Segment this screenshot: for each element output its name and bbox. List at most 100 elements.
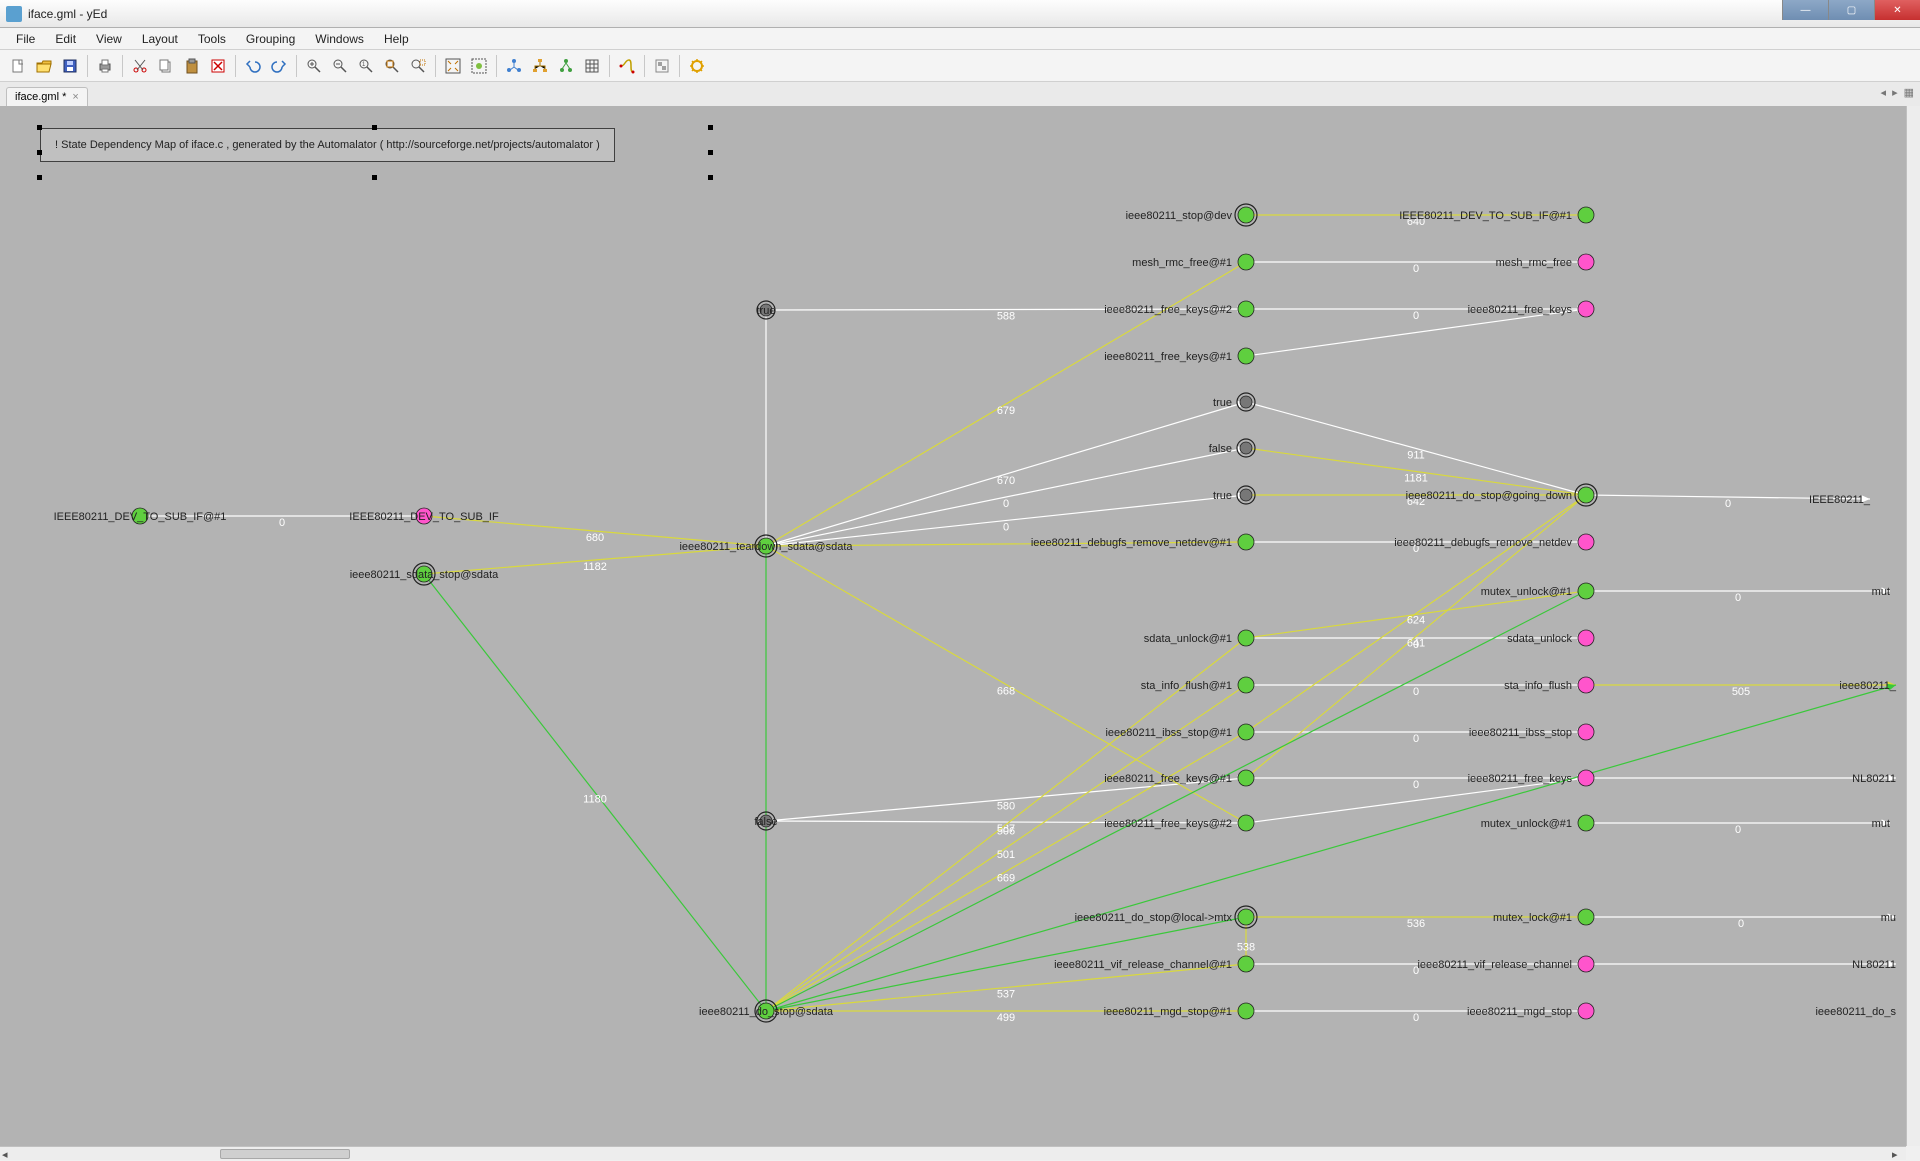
tab-close-icon[interactable]: × [72, 91, 78, 103]
zoom-reset-button[interactable]: 1 [354, 54, 378, 78]
node-circle-icon[interactable] [1238, 677, 1254, 693]
node-circle-icon[interactable] [1238, 348, 1254, 364]
fit-content-button[interactable] [441, 54, 465, 78]
graph-node[interactable]: ieee80211_free_keys@#2 [1104, 815, 1254, 831]
node-circle-icon[interactable] [1238, 724, 1254, 740]
graph-node[interactable]: ieee80211_do_s [1815, 1006, 1896, 1018]
delete-button[interactable] [206, 54, 230, 78]
graph-node[interactable]: ieee80211_free_keys@#1 [1104, 770, 1254, 786]
graph-svg[interactable]: 0680118211805886796700058066858750650166… [0, 106, 1920, 1146]
paste-button[interactable] [180, 54, 204, 78]
layout-grid-button[interactable] [580, 54, 604, 78]
node-circle-icon[interactable] [1238, 815, 1254, 831]
graph-node[interactable]: IEEE80211_DEV_TO_SUB_IF@#1 [1399, 207, 1594, 223]
window-minimize-button[interactable]: — [1782, 0, 1828, 20]
menu-layout[interactable]: Layout [132, 30, 188, 48]
node-circle-icon[interactable] [1578, 583, 1594, 599]
selection-handle[interactable] [37, 150, 42, 155]
node-circle-icon[interactable] [1578, 815, 1594, 831]
scroll-right-icon[interactable]: ▸ [1892, 1148, 1904, 1160]
node-circle-icon[interactable] [1578, 909, 1594, 925]
open-file-button[interactable] [32, 54, 56, 78]
zoom-in-button[interactable] [302, 54, 326, 78]
selection-handle[interactable] [37, 125, 42, 130]
copy-button[interactable] [154, 54, 178, 78]
zoom-fit-button[interactable] [380, 54, 404, 78]
graph-node[interactable]: mesh_rmc_free [1496, 254, 1594, 270]
print-button[interactable] [93, 54, 117, 78]
graph-node[interactable]: true [757, 301, 776, 319]
graph-node[interactable]: mu [1881, 912, 1896, 924]
graph-node[interactable]: mutex_unlock@#1 [1481, 583, 1594, 599]
selection-handle[interactable] [708, 175, 713, 180]
menu-tools[interactable]: Tools [188, 30, 236, 48]
tab-list-icon[interactable]: ▦ [1904, 86, 1914, 99]
window-close-button[interactable]: ✕ [1874, 0, 1920, 20]
node-circle-icon[interactable] [1238, 956, 1254, 972]
grouping-button[interactable] [650, 54, 674, 78]
graph-node[interactable]: mutex_lock@#1 [1493, 909, 1594, 925]
selection-handle[interactable] [37, 175, 42, 180]
graph-node[interactable]: true [1213, 393, 1255, 411]
graph-node[interactable]: ieee80211_stop@dev [1126, 204, 1257, 226]
selection-handle[interactable] [708, 150, 713, 155]
graph-node[interactable]: ieee80211_vif_release_channel@#1 [1054, 956, 1254, 972]
graph-node[interactable]: ieee80211_do_stop@going_down [1406, 484, 1597, 506]
tab-next-icon[interactable]: ▸ [1892, 86, 1898, 99]
graph-node[interactable]: ieee80211_ [1839, 680, 1897, 692]
undo-button[interactable] [241, 54, 265, 78]
menu-windows[interactable]: Windows [305, 30, 374, 48]
node-circle-icon[interactable] [1578, 254, 1594, 270]
graph-node[interactable]: IEEE80211_ [1809, 494, 1871, 506]
zoom-out-button[interactable] [328, 54, 352, 78]
scroll-thumb[interactable] [220, 1149, 350, 1159]
graph-node[interactable]: sdata_unlock [1507, 630, 1594, 646]
node-circle-icon[interactable] [1578, 724, 1594, 740]
node-circle-icon[interactable] [1578, 207, 1594, 223]
zoom-selection-button[interactable] [406, 54, 430, 78]
graph-node[interactable]: false [1209, 439, 1255, 457]
horizontal-scrollbar[interactable]: ◂ ▸ [0, 1146, 1906, 1160]
node-circle-icon[interactable] [1578, 487, 1594, 503]
node-circle-icon[interactable] [1238, 534, 1254, 550]
layout-tree-button[interactable] [554, 54, 578, 78]
window-maximize-button[interactable]: ▢ [1828, 0, 1874, 20]
selection-handle[interactable] [708, 125, 713, 130]
fit-selection-button[interactable] [467, 54, 491, 78]
graph-node[interactable]: mutex_unlock@#1 [1481, 815, 1594, 831]
node-circle-icon[interactable] [1238, 207, 1254, 223]
vertical-scrollbar[interactable] [1906, 106, 1920, 1146]
selection-handle[interactable] [372, 125, 377, 130]
graph-node[interactable]: IEEE80211_DEV_TO_SUB_IF@#1 [54, 508, 227, 524]
graph-node[interactable]: true [1213, 486, 1255, 504]
menu-view[interactable]: View [86, 30, 132, 48]
router-button[interactable] [615, 54, 639, 78]
graph-node[interactable]: mut [1872, 586, 1890, 598]
node-circle-icon[interactable] [1578, 770, 1594, 786]
graph-node[interactable]: IEEE80211_DEV_TO_SUB_IF [349, 508, 499, 524]
graph-node[interactable]: ieee80211_debugfs_remove_netdev [1394, 534, 1594, 550]
graph-edge[interactable] [424, 574, 766, 1011]
new-file-button[interactable] [6, 54, 30, 78]
graph-node[interactable]: NL80211 [1852, 773, 1896, 785]
graph-edge[interactable] [766, 591, 1586, 1011]
graph-node[interactable]: sdata_unlock@#1 [1144, 630, 1254, 646]
node-circle-icon[interactable] [1578, 677, 1594, 693]
graph-node[interactable]: ieee80211_sdata_stop@sdata [350, 563, 499, 585]
menu-file[interactable]: File [6, 30, 45, 48]
node-circle-icon[interactable] [1238, 770, 1254, 786]
redo-button[interactable] [267, 54, 291, 78]
layout-hierarchic-button[interactable] [528, 54, 552, 78]
properties-button[interactable] [685, 54, 709, 78]
graph-node[interactable]: ieee80211_do_stop@sdata [699, 1000, 834, 1022]
graph-canvas[interactable]: 0680118211805886796700058066858750650166… [0, 106, 1920, 1146]
node-circle-icon[interactable] [1238, 909, 1254, 925]
tab-prev-icon[interactable]: ◂ [1881, 86, 1887, 99]
save-file-button[interactable] [58, 54, 82, 78]
graph-node[interactable]: false [754, 812, 777, 830]
graph-edge[interactable] [766, 964, 1246, 1011]
graph-title-box[interactable]: ! State Dependency Map of iface.c , gene… [40, 128, 615, 162]
graph-node[interactable]: sta_info_flush [1504, 677, 1594, 693]
graph-node[interactable]: ieee80211_ibss_stop@#1 [1105, 724, 1254, 740]
node-circle-icon[interactable] [1578, 956, 1594, 972]
